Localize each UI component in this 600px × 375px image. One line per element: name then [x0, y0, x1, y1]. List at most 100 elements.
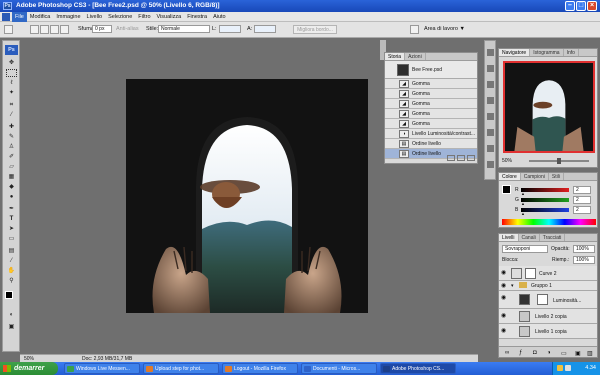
new-group-icon[interactable]: ▭ [561, 350, 567, 357]
screen-mode-icon[interactable]: ▣ [6, 323, 17, 331]
layer-row-group1[interactable]: ◉ ▾ Gruppo 1 [499, 281, 597, 291]
task-button[interactable]: Upload step for phot... [143, 363, 219, 374]
tab-history[interactable]: Storia [385, 53, 406, 60]
opacity-input[interactable]: 100% [573, 245, 595, 253]
tray-volume-icon[interactable] [565, 365, 571, 371]
history-snapshot-row[interactable]: Bee Free.psd [385, 61, 477, 79]
layer-mask-thumbnail[interactable] [537, 294, 548, 305]
visibility-eye-icon[interactable]: ◉ [501, 328, 508, 334]
clone-stamp-icon[interactable]: ♙ [6, 143, 17, 151]
character-dock-icon[interactable] [487, 161, 494, 168]
history-dock-icon[interactable] [487, 65, 494, 72]
fg-color-chip[interactable] [502, 185, 511, 194]
workspace-menu[interactable]: Area di lavoro ▼ [424, 26, 465, 32]
visibility-eye-icon[interactable]: ◉ [501, 313, 508, 319]
tab-actions[interactable]: Azioni [405, 53, 426, 60]
fill-input[interactable]: 100% [573, 256, 595, 264]
layer-row-livello2copia[interactable]: ◉ Livello 2 copia [499, 309, 597, 324]
path-selection-icon[interactable]: ➤ [6, 225, 17, 233]
new-layer-icon[interactable]: ▣ [575, 350, 581, 357]
color-channel-value[interactable]: 2 [573, 196, 591, 204]
tab-channels[interactable]: Canali [519, 234, 540, 241]
maximize-button[interactable]: □ [576, 1, 586, 11]
feather-input[interactable]: 0 px [92, 25, 112, 33]
tab-navigator[interactable]: Navigatore [499, 49, 531, 56]
swatches-dock-icon[interactable] [487, 49, 494, 56]
task-button[interactable]: Logout - Mozilla Firefox [222, 363, 298, 374]
new-document-from-state-icon[interactable] [447, 155, 455, 161]
history-brush-icon[interactable]: ✐ [6, 153, 17, 161]
new-adjustment-icon[interactable]: ◑ [547, 350, 551, 356]
healing-brush-icon[interactable]: ✚ [6, 123, 17, 131]
navigator-zoom-slider[interactable] [529, 158, 589, 164]
blur-tool-icon[interactable]: ◆ [6, 183, 17, 191]
slider-thumb-icon[interactable]: ▲ [521, 212, 525, 216]
color-channel-slider[interactable] [521, 188, 569, 192]
visibility-eye-icon[interactable]: ◉ [501, 270, 508, 276]
visibility-eye-icon[interactable]: ◉ [501, 295, 508, 301]
color-channel-slider[interactable] [521, 208, 569, 212]
tab-styles[interactable]: Stili [549, 173, 564, 180]
zoom-tool-icon[interactable]: ⚲ [6, 277, 17, 285]
marquee-tool-preset-icon[interactable] [4, 25, 13, 34]
menu-modifica[interactable]: Modifica [27, 12, 53, 22]
height-input[interactable] [254, 25, 276, 33]
menu-filtro[interactable]: Filtro [135, 12, 153, 22]
type-tool-icon[interactable]: T [6, 215, 17, 223]
slice-tool-icon[interactable]: ⁄ [6, 111, 17, 119]
hand-tool-icon[interactable]: ✋ [6, 267, 17, 275]
tab-color[interactable]: Colore [499, 173, 521, 180]
layer-comps-dock-icon[interactable] [487, 129, 494, 136]
paragraph-dock-icon[interactable] [487, 145, 494, 152]
magic-wand-icon[interactable]: ✦ [6, 89, 17, 97]
slider-thumb-icon[interactable]: ▲ [521, 192, 525, 196]
blend-mode-select[interactable]: Sovrapponi [502, 245, 548, 253]
quick-mask-icon[interactable]: ◐ [6, 311, 17, 319]
menu-finestra[interactable]: Finestra [184, 12, 210, 22]
gradient-tool-icon[interactable]: ▦ [6, 173, 17, 181]
history-item[interactable]: ◢ Gomma [385, 79, 477, 89]
antialias-checkbox-label[interactable]: Anti-alias [116, 26, 139, 32]
history-item[interactable]: ◢ Gomma [385, 109, 477, 119]
dodge-tool-icon[interactable]: ● [6, 193, 17, 201]
tab-paths[interactable]: Tracciati [540, 234, 566, 241]
history-item[interactable]: ◢ Gomma [385, 99, 477, 109]
clock[interactable]: 4.34 [585, 365, 596, 371]
tab-histogram[interactable]: Istogramma [530, 49, 564, 56]
menu-aiuto[interactable]: Aiuto [210, 12, 229, 22]
add-mask-icon[interactable]: ◘ [533, 350, 537, 356]
group-expand-triangle-icon[interactable]: ▾ [511, 283, 514, 289]
notes-tool-icon[interactable]: ▤ [6, 247, 17, 255]
style-select[interactable]: Normale [158, 25, 210, 33]
menu-immagine[interactable]: Immagine [53, 12, 83, 22]
close-button[interactable]: × [587, 1, 597, 11]
navigator-zoom-knob[interactable] [557, 158, 561, 164]
visibility-eye-icon[interactable]: ◉ [501, 283, 508, 289]
ps-menu-icon[interactable] [2, 12, 10, 21]
brush-tool-icon[interactable]: ✎ [6, 133, 17, 141]
task-button[interactable]: Windows Live Messen... [64, 363, 140, 374]
start-button[interactable]: demarrer [0, 362, 58, 375]
minimize-button[interactable]: – [565, 1, 575, 11]
task-button-active[interactable]: Adobe Photoshop CS... [380, 363, 456, 374]
history-item[interactable]: ◢ Gomma [385, 89, 477, 99]
layer-mask-thumbnail[interactable] [525, 268, 536, 279]
move-tool-icon[interactable]: ✥ [6, 59, 17, 67]
actions-dock-icon[interactable] [487, 81, 494, 88]
lasso-tool-icon[interactable]: ℓ [6, 79, 17, 87]
navigator-zoom-value[interactable]: 50% [502, 158, 512, 164]
color-channel-value[interactable]: 2 [573, 186, 591, 194]
navigator-preview[interactable] [503, 61, 595, 153]
brushes-palette-icon[interactable] [410, 25, 419, 34]
width-input[interactable] [219, 25, 241, 33]
brushes-dock-icon[interactable] [487, 97, 494, 104]
shape-tool-icon[interactable]: ▭ [6, 235, 17, 243]
tray-network-icon[interactable] [557, 365, 563, 371]
pen-tool-icon[interactable]: ✒ [6, 205, 17, 213]
link-layers-icon[interactable]: ∞ [505, 350, 509, 356]
menu-file[interactable]: File [12, 11, 27, 22]
add-selection-icon[interactable] [40, 25, 49, 34]
color-spectrum-ramp[interactable] [502, 219, 596, 225]
history-item[interactable]: ◑ Livello Luminosità/contrast... [385, 129, 477, 139]
layer-row-curves2[interactable]: ◉ Curve 2 [499, 266, 597, 281]
